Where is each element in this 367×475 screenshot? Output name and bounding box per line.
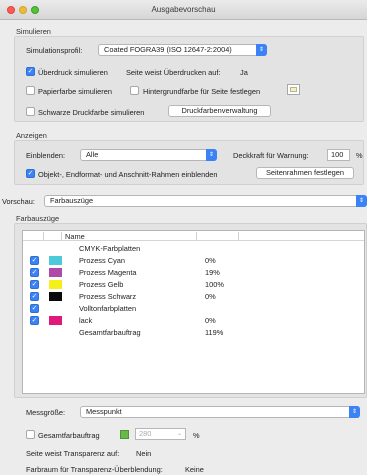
preview-value: Farbauszüge [50,196,94,205]
total-ink-unit: % [193,431,200,440]
transparency-label: Seite weist Transparenz auf: [26,449,120,458]
overprint-info-value: Ja [240,68,248,77]
separations-group-label: Farbauszüge [16,214,60,223]
chevron-updown-icon: ⇕ [206,149,217,161]
total-ink-value-select[interactable]: 280 ⌄ [135,428,186,440]
color-swatch [49,256,62,265]
overprint-info-label: Seite weist Überdrucken auf: [126,68,221,77]
color-swatch [49,316,62,325]
table-header: Name [23,231,364,241]
visibility-checkbox[interactable]: ✓ [30,292,39,301]
chevron-updown-icon: ⇕ [356,195,367,207]
warning-opacity-input[interactable]: 100 [327,149,350,161]
separation-name: Prozess Cyan [79,256,126,265]
show-label: Einblenden: [26,151,66,160]
black-ink-checkbox[interactable] [26,107,35,116]
total-ink-value: 280 [139,429,152,438]
paper-color-checkbox[interactable] [26,86,35,95]
bg-color-checkbox[interactable] [130,86,139,95]
color-swatch [49,268,62,277]
simulation-profile-select[interactable]: Coated FOGRA39 (ISO 12647-2:2004) ⇕ [98,44,267,56]
separation-name: lack [79,316,93,325]
column-separator [61,232,62,240]
total-ink-label: Gesamtfarbauftrag [38,431,100,440]
table-row[interactable]: ✓ Prozess Gelb 100% [23,279,364,290]
visibility-checkbox[interactable]: ✓ [30,256,39,265]
separation-name: Prozess Schwarz [79,292,137,301]
separation-name: Gesamtfarbauftrag [79,328,141,337]
color-swatch [49,292,62,301]
black-ink-label: Schwarze Druckfarbe simulieren [38,108,145,117]
transparency-value: Nein [136,449,152,458]
show-select[interactable]: Alle ⇕ [80,149,217,161]
separation-percent: 19% [205,268,220,277]
color-swatch [49,280,62,289]
column-separator [43,232,44,240]
separation-name: Volltonfarbplatten [79,304,137,313]
title-bar: Ausgabevorschau [0,0,367,20]
window-title: Ausgabevorschau [151,5,216,14]
table-row[interactable]: ✓ Volltonfarbplatten [23,303,364,314]
column-separator [238,232,239,240]
total-ink-checkbox[interactable] [26,430,35,439]
paper-color-label: Papierfarbe simulieren [38,87,112,96]
preview-label: Vorschau: [2,197,35,206]
table-row[interactable]: Gesamtfarbauftrag 119% [23,327,364,338]
bg-color-swatch-fill [290,87,297,92]
visibility-checkbox[interactable]: ✓ [30,304,39,313]
sample-size-select[interactable]: Messpunkt ⇕ [80,406,360,418]
visibility-checkbox[interactable]: ✓ [30,280,39,289]
frames-label: Objekt-, Endformat- und Anschnitt-Rahmen… [38,170,218,179]
table-row[interactable]: ✓ Prozess Cyan 0% [23,255,364,266]
ink-manager-button[interactable]: Druckfarbenverwaltung [168,105,271,117]
table-row[interactable]: ✓ lack 0% [23,315,364,326]
separation-percent: 0% [205,316,216,325]
separation-percent: 0% [205,256,216,265]
sample-size-label: Messgröße: [26,408,66,417]
simulieren-group-label: Simulieren [16,27,51,36]
visibility-checkbox[interactable]: ✓ [30,316,39,325]
chevron-updown-icon: ⇕ [349,406,360,418]
bg-color-swatch[interactable] [287,84,300,95]
separation-percent: 119% [205,328,224,337]
separation-percent: 100% [205,280,224,289]
frames-checkbox[interactable]: ✓ [26,169,35,178]
separation-name: Prozess Gelb [79,280,124,289]
warning-opacity-label: Deckkraft für Warnung: [233,151,309,160]
separation-name: CMYK-Farbplatten [79,244,141,253]
chevron-updown-icon: ⇕ [256,44,267,56]
column-separator [196,232,197,240]
simulation-profile-value: Coated FOGRA39 (ISO 12647-2:2004) [104,45,232,54]
overprint-label: Überdruck simulieren [38,68,108,77]
overprint-checkbox[interactable]: ✓ [26,67,35,76]
sample-size-value: Messpunkt [86,407,122,416]
separations-table: Name CMYK-Farbplatten ✓ Prozess Cyan 0% … [22,230,365,394]
table-row[interactable]: ✓ Prozess Schwarz 0% [23,291,364,302]
separation-percent: 0% [205,292,216,301]
preview-select[interactable]: Farbauszüge ⇕ [44,195,367,207]
anzeigen-group-label: Anzeigen [16,131,47,140]
total-ink-color-swatch[interactable] [120,430,129,439]
show-value: Alle [86,150,99,159]
bg-color-label: Hintergrundfarbe für Seite festlegen [143,87,261,96]
table-row[interactable]: CMYK-Farbplatten [23,243,364,254]
warning-opacity-unit: % [356,151,363,160]
page-frames-button[interactable]: Seitenrahmen festlegen [256,167,354,179]
visibility-checkbox[interactable]: ✓ [30,268,39,277]
chevron-down-icon: ⌄ [176,431,182,437]
simulation-profile-label: Simulationsprofil: [26,46,83,55]
blend-space-label: Farbraum für Transparenz-Überblendung: [26,465,163,474]
separation-name: Prozess Magenta [79,268,137,277]
blend-space-value: Keine [185,465,204,474]
column-header-name[interactable]: Name [65,232,85,241]
table-row[interactable]: ✓ Prozess Magenta 19% [23,267,364,278]
